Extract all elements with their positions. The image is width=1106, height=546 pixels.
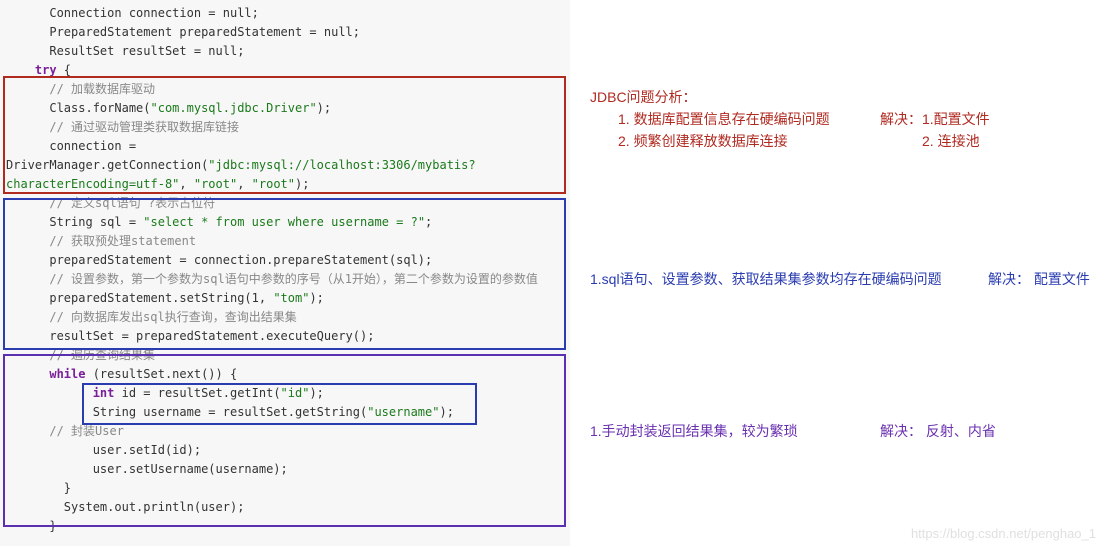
note-purple-sol: 解决： 反射、内省 [880,420,996,442]
note-red-sol-2: 2. 连接池 [922,130,980,152]
code-comment: // 设置参数，第一个参数为sql语句中参数的序号（从1开始），第二个参数为设置… [0,270,570,289]
note-purple-1: 1.手动封装返回结果集，较为繁琐 [590,420,798,442]
note-red-title: JDBC问题分析： [590,86,697,108]
code-line: preparedStatement.setString(1, "tom"); [0,289,570,308]
code-comment: // 向数据库发出sql执行查询，查询出结果集 [0,308,570,327]
note-blue-sol: 解决： 配置文件 [988,268,1090,290]
notes-pane: JDBC问题分析： 1. 数据库配置信息存在硬编码问题 2. 频繁创建释放数据库… [580,0,1100,546]
note-blue-1: 1.sql语句、设置参数、获取结果集参数均存在硬编码问题 [590,268,942,290]
code-line: String username = resultSet.getString("u… [0,403,570,422]
code-line: } [0,517,570,536]
keyword-while: while [6,367,85,381]
code-line: ResultSet resultSet = null; [0,42,570,61]
code-line: DriverManager.getConnection("jdbc:mysql:… [0,156,570,175]
code-line: String sql = "select * from user where u… [0,213,570,232]
code-comment: // 封装User [0,422,570,441]
code-line: connection = [0,137,570,156]
code-comment: // 定义sql语句 ?表示占位符 [0,194,570,213]
code-line: try { [0,61,570,80]
code-line: resultSet = preparedStatement.executeQue… [0,327,570,346]
code-line: while (resultSet.next()) { [0,365,570,384]
keyword-int: int [6,386,114,400]
code-line: preparedStatement = connection.prepareSt… [0,251,570,270]
code-line: Class.forName("com.mysql.jdbc.Driver"); [0,99,570,118]
note-red-1: 1. 数据库配置信息存在硬编码问题 [618,108,830,130]
code-pane: Connection connection = null; PreparedSt… [0,0,570,546]
keyword-try: try [6,63,57,77]
code-line: user.setUsername(username); [0,460,570,479]
code-line: } [0,479,570,498]
watermark: https://blog.csdn.net/penghao_1 [911,526,1096,541]
code-line: Connection connection = null; [0,4,570,23]
code-comment: // 遍历查询结果集 [0,346,570,365]
code-line: user.setId(id); [0,441,570,460]
code-line: characterEncoding=utf-8", "root", "root"… [0,175,570,194]
note-red-2: 2. 频繁创建释放数据库连接 [618,130,788,152]
code-comment: // 获取预处理statement [0,232,570,251]
code-line: System.out.println(user); [0,498,570,517]
code-comment: // 通过驱动管理类获取数据库链接 [0,118,570,137]
code-comment: // 加载数据库驱动 [0,80,570,99]
code-line: int id = resultSet.getInt("id"); [0,384,570,403]
note-red-sol-1: 解决：1.配置文件 [880,108,990,130]
code-line: PreparedStatement preparedStatement = nu… [0,23,570,42]
